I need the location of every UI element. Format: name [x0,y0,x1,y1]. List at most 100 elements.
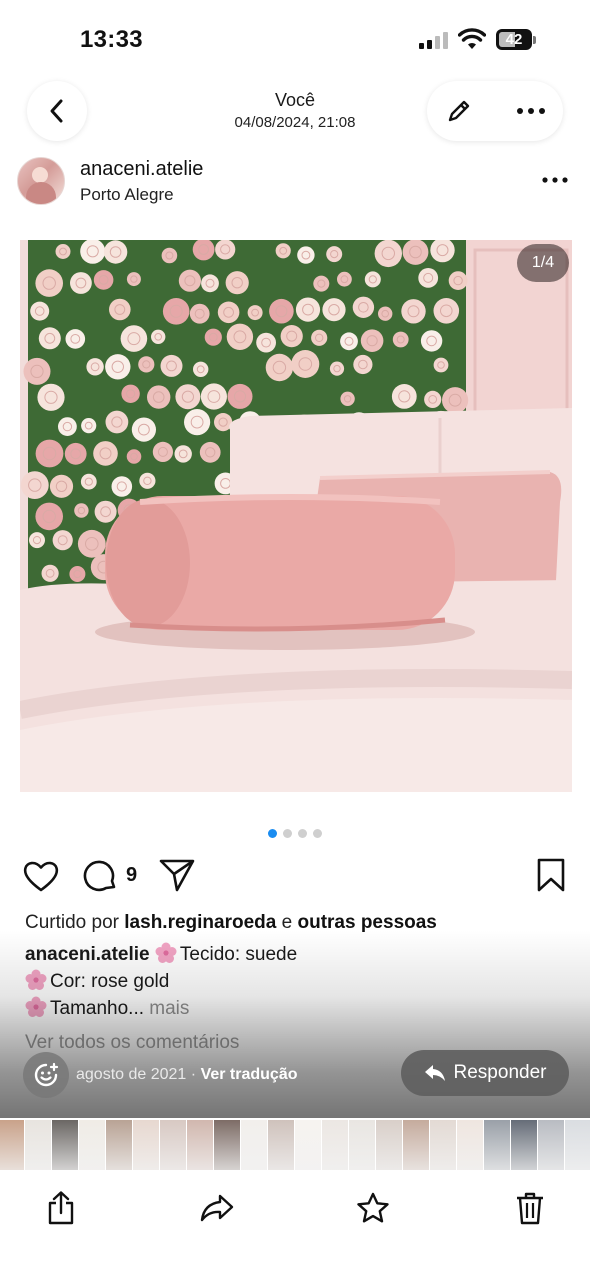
delete-button[interactable] [506,1184,554,1232]
post-options-button[interactable] [540,172,570,188]
rose [70,272,92,294]
rose [105,354,131,380]
thumbnail[interactable] [187,1120,213,1170]
thumbnail[interactable] [295,1120,321,1170]
rose [105,410,129,434]
post-location[interactable]: Porto Alegre [80,185,174,205]
rose [20,471,49,499]
cherry-blossom-icon [25,996,47,1017]
rose [340,332,358,351]
rose [418,268,439,288]
rose [352,296,375,318]
more-button[interactable] [501,81,561,141]
rose [247,305,263,321]
rose [215,240,236,260]
share-post-button[interactable] [158,857,196,893]
rose [77,529,106,558]
edit-button[interactable] [429,81,489,141]
translate-link[interactable]: Ver tradução [201,1066,298,1083]
comment-icon [83,860,116,892]
rose [360,329,384,352]
rose [217,301,240,324]
thumbnail[interactable] [430,1120,456,1170]
thumbnail[interactable] [214,1120,240,1170]
thumbnail[interactable] [565,1120,590,1170]
rose [41,564,59,582]
thumbnail[interactable] [79,1120,105,1170]
like-button[interactable] [22,858,60,894]
thumbnail-strip[interactable] [0,1118,590,1172]
forward-button[interactable] [193,1184,241,1232]
rose [322,298,346,322]
caption-line-1: Tecido: suede [179,944,298,965]
rose [420,330,443,352]
rose [64,442,87,465]
rose [189,303,210,324]
thumbnail[interactable] [106,1120,132,1170]
rose [109,298,131,321]
status-bar: 13:33 42 [0,0,590,80]
thumbnail[interactable] [322,1120,348,1170]
rose [364,271,381,288]
post-username[interactable]: anaceni.atelie [80,158,203,181]
rose [201,274,219,293]
thumbnail[interactable] [133,1120,159,1170]
rose [433,298,460,324]
comment-button[interactable] [82,857,120,895]
thumbnail[interactable] [484,1120,510,1170]
avatar[interactable] [17,157,65,205]
rose [69,566,86,582]
rose [193,361,209,377]
caption-more-link[interactable]: mais [149,998,189,1019]
thumbnail[interactable] [538,1120,564,1170]
date-separator: · [190,1066,197,1083]
back-button[interactable] [27,81,87,141]
thumbnail[interactable] [160,1120,186,1170]
caption-line-2: Cor: rose gold [50,971,170,992]
rose [23,357,51,385]
rose [275,243,291,259]
favorite-button[interactable] [349,1184,397,1232]
thumbnail[interactable] [52,1120,78,1170]
rose [184,409,211,436]
rose [121,384,140,403]
likes-summary[interactable]: Curtido por lash.reginaroeda e outras pe… [25,912,437,934]
rose [226,323,254,350]
rose [126,272,141,287]
share-icon [48,1191,74,1225]
rose [265,353,294,382]
thumbnail[interactable] [25,1120,51,1170]
rose [295,297,321,322]
rose [111,476,133,497]
forward-icon [200,1194,234,1222]
share-button[interactable] [37,1184,85,1232]
battery-icon: 42 [496,29,536,50]
rose [280,325,303,348]
rose [337,271,352,287]
thumbnail[interactable] [241,1120,267,1170]
emoji-icon [34,1062,59,1087]
thumbnail[interactable] [403,1120,429,1170]
thumbnail[interactable] [511,1120,537,1170]
view-all-comments-link[interactable]: Ver todos os comentários [25,1032,239,1054]
reaction-button[interactable] [23,1052,69,1098]
likes-others[interactable]: outras pessoas [297,912,436,933]
reply-label: Responder [453,1062,547,1083]
rose [126,449,142,464]
rose [93,270,114,290]
save-button[interactable] [535,857,567,893]
rose [402,240,429,265]
image-counter: 1/4 [517,244,569,282]
thumbnail[interactable] [0,1120,24,1170]
post-photo[interactable] [20,240,572,792]
likes-user[interactable]: lash.reginaroeda [124,912,276,933]
reply-button[interactable]: Responder [401,1050,569,1096]
pencil-icon [448,100,470,122]
rose [81,418,97,434]
thumbnail[interactable] [376,1120,402,1170]
thumbnail[interactable] [349,1120,375,1170]
caption-author[interactable]: anaceni.atelie [25,944,150,965]
thumbnail[interactable] [457,1120,483,1170]
thumbnail[interactable] [268,1120,294,1170]
nav-subtitle: 04/08/2024, 21:08 [234,114,356,131]
